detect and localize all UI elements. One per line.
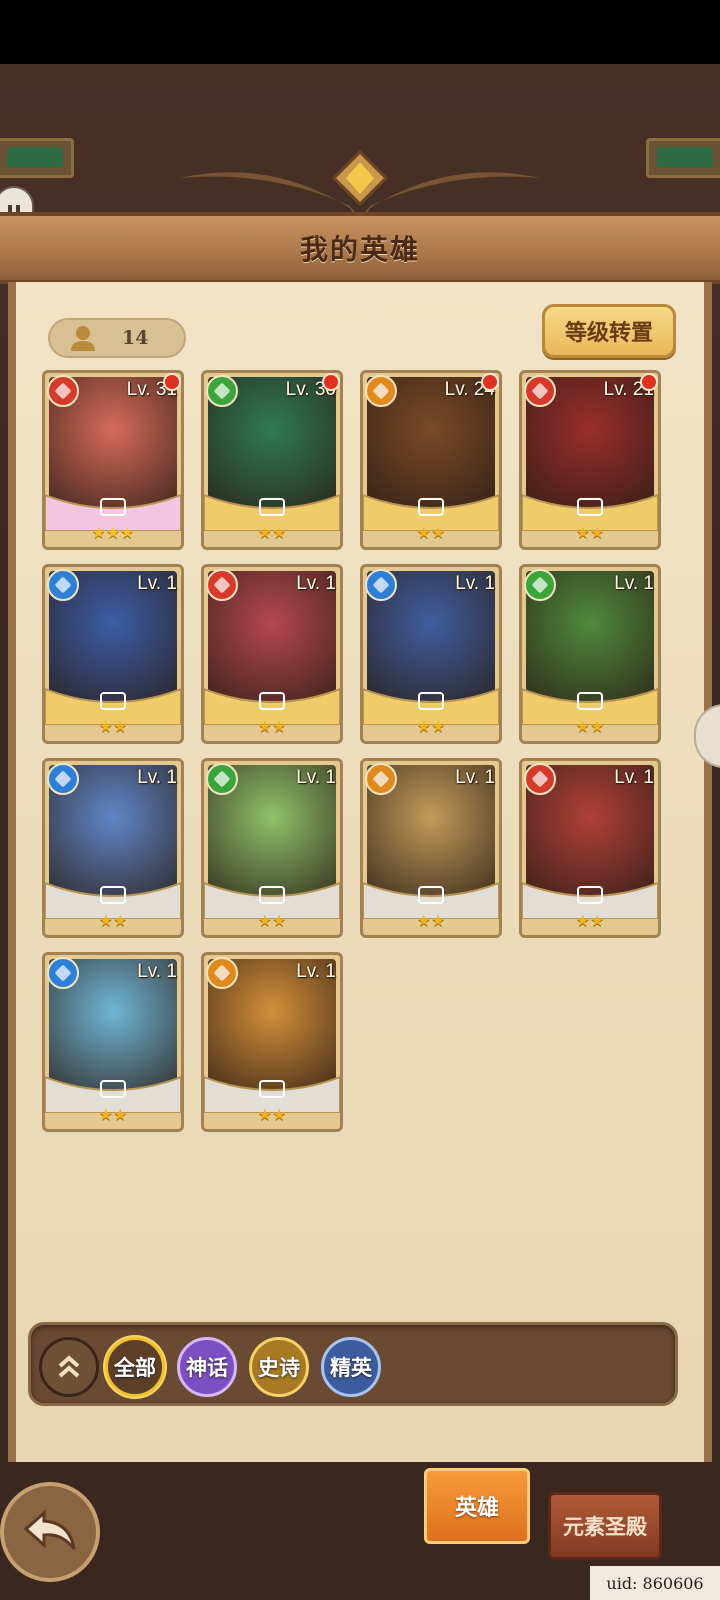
hero-stars: ★★ bbox=[98, 1105, 128, 1124]
double-chevron-up-icon bbox=[58, 1355, 80, 1378]
tab-heroes[interactable]: 英雄 bbox=[424, 1468, 530, 1544]
panel-header: 我的英雄 bbox=[0, 212, 720, 284]
hero-card[interactable]: Lv. 1 ★★ bbox=[42, 758, 184, 938]
wind-element-icon bbox=[524, 569, 556, 601]
filter-mythic-label: 神话 bbox=[186, 1356, 228, 1380]
hero-card[interactable]: Lv. 1 ★★ bbox=[519, 758, 661, 938]
hero-level: Lv. 1 bbox=[137, 961, 177, 982]
hero-stars: ★★ bbox=[575, 911, 605, 930]
hero-stars: ★★ bbox=[416, 717, 446, 736]
hero-card[interactable]: Lv. 1 ★★ bbox=[42, 952, 184, 1132]
hero-card[interactable]: Lv. 1 ★★ bbox=[519, 564, 661, 744]
right-pillar-decoration bbox=[646, 138, 720, 178]
hero-card[interactable]: Lv. 1 ★★ bbox=[201, 564, 343, 744]
fire-element-icon bbox=[524, 375, 556, 407]
hero-stars: ★★★ bbox=[91, 523, 135, 542]
hero-stars: ★★ bbox=[98, 911, 128, 930]
back-button[interactable] bbox=[0, 1482, 100, 1582]
hero-card[interactable]: Lv. 31 ★★★ bbox=[42, 370, 184, 550]
hero-stars: ★★ bbox=[257, 911, 287, 930]
filter-elite-label: 精英 bbox=[330, 1356, 372, 1380]
hero-card[interactable]: Lv. 1 ★★ bbox=[360, 758, 502, 938]
tab-element-temple[interactable]: 元素圣殿 bbox=[548, 1492, 662, 1560]
water-element-icon bbox=[365, 569, 397, 601]
hero-level: Lv. 1 bbox=[296, 961, 336, 982]
water-element-icon bbox=[47, 957, 79, 989]
earth-element-icon bbox=[206, 957, 238, 989]
hero-level: Lv. 1 bbox=[296, 767, 336, 788]
hero-stars: ★★ bbox=[575, 717, 605, 736]
hero-card[interactable]: Lv. 24 ★★ bbox=[360, 370, 502, 550]
level-transfer-label: 等级转置 bbox=[564, 321, 653, 346]
hero-stars: ★★ bbox=[257, 717, 287, 736]
hero-level: Lv. 1 bbox=[614, 767, 654, 788]
left-pillar-decoration bbox=[0, 138, 74, 178]
filter-epic-label: 史诗 bbox=[258, 1356, 300, 1380]
water-element-icon bbox=[47, 569, 79, 601]
wind-element-icon bbox=[206, 763, 238, 795]
water-element-icon bbox=[47, 763, 79, 795]
hero-stars: ★★ bbox=[257, 523, 287, 542]
hero-stars: ★★ bbox=[98, 717, 128, 736]
notification-dot bbox=[640, 373, 658, 391]
fire-element-icon bbox=[524, 763, 556, 795]
tab-heroes-label: 英雄 bbox=[454, 1496, 499, 1521]
hero-stars: ★★ bbox=[416, 523, 446, 542]
tab-element-temple-label: 元素圣殿 bbox=[563, 1515, 647, 1539]
earth-element-icon bbox=[365, 763, 397, 795]
page-title: 我的英雄 bbox=[299, 233, 420, 266]
hero-card[interactable]: Lv. 1 ★★ bbox=[360, 564, 502, 744]
hero-level: Lv. 1 bbox=[137, 767, 177, 788]
collapse-button[interactable] bbox=[39, 1337, 99, 1397]
back-arrow-icon bbox=[23, 1509, 76, 1550]
hero-level: Lv. 1 bbox=[455, 573, 495, 594]
hero-card[interactable]: Lv. 1 ★★ bbox=[42, 564, 184, 744]
hero-level: Lv. 1 bbox=[614, 573, 654, 594]
hero-card[interactable]: Lv. 30 ★★ bbox=[201, 370, 343, 550]
filter-all-label: 全部 bbox=[114, 1356, 156, 1380]
hero-card[interactable]: Lv. 21 ★★ bbox=[519, 370, 661, 550]
wind-element-icon bbox=[206, 375, 238, 407]
hero-level: Lv. 1 bbox=[455, 767, 495, 788]
person-icon bbox=[71, 326, 95, 351]
notification-dot bbox=[322, 373, 340, 391]
hero-level: Lv. 1 bbox=[296, 573, 336, 594]
hero-card[interactable]: Lv. 1 ★★ bbox=[201, 758, 343, 938]
hero-level: Lv. 1 bbox=[137, 573, 177, 594]
fire-element-icon bbox=[47, 375, 79, 407]
filter-elite-button[interactable]: 精英 bbox=[321, 1337, 381, 1397]
status-bar bbox=[0, 0, 720, 64]
rarity-filter-bar: 全部 神话 史诗 精英 bbox=[28, 1322, 678, 1406]
hero-count: 14 bbox=[122, 327, 149, 349]
hero-card[interactable]: Lv. 1 ★★ bbox=[201, 952, 343, 1132]
filter-epic-button[interactable]: 史诗 bbox=[249, 1337, 309, 1397]
uid-label: uid: 860606 bbox=[590, 1566, 720, 1600]
hero-stars: ★★ bbox=[257, 1105, 287, 1124]
filter-all-button[interactable]: 全部 bbox=[105, 1337, 165, 1397]
level-transfer-button[interactable]: 等级转置 bbox=[542, 304, 676, 358]
notification-dot bbox=[163, 373, 181, 391]
fire-element-icon bbox=[206, 569, 238, 601]
hero-stars: ★★ bbox=[416, 911, 446, 930]
hero-count-badge: 14 bbox=[48, 318, 186, 358]
filter-mythic-button[interactable]: 神话 bbox=[177, 1337, 237, 1397]
notification-dot bbox=[481, 373, 499, 391]
hero-stars: ★★ bbox=[575, 523, 605, 542]
earth-element-icon bbox=[365, 375, 397, 407]
